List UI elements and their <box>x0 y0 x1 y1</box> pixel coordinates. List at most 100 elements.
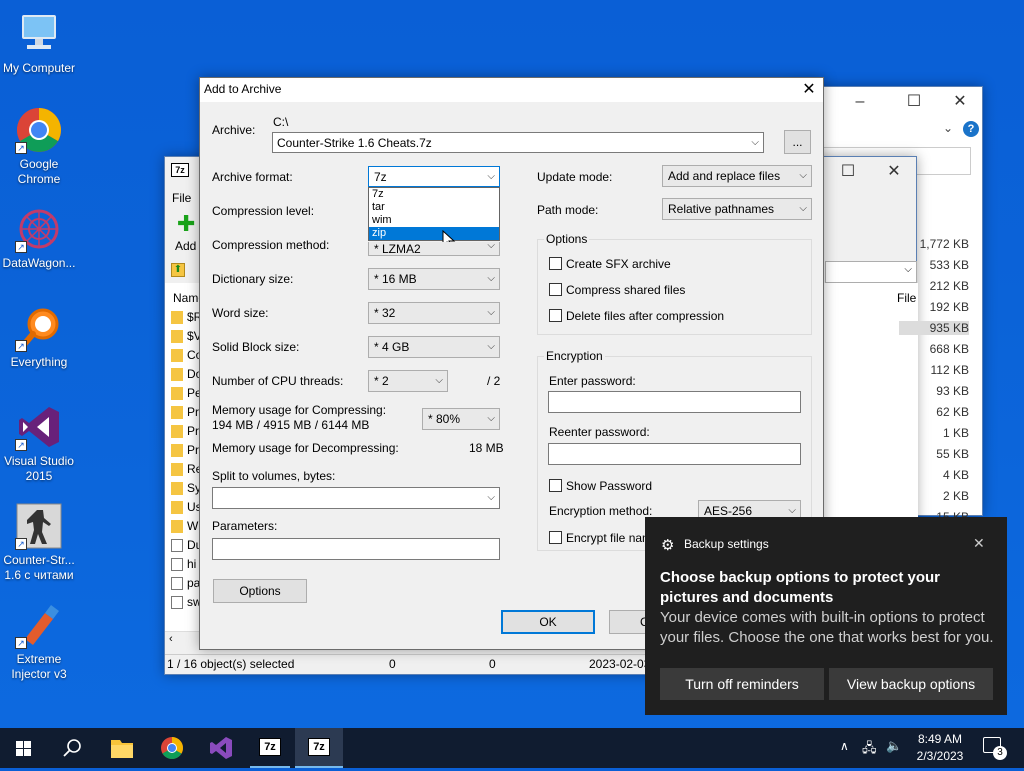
checkbox-box[interactable] <box>549 257 562 270</box>
fm-close-button[interactable]: ✕ <box>871 157 917 187</box>
list-item[interactable]: Re <box>171 461 202 479</box>
minimize-button[interactable]: – <box>837 87 883 117</box>
desktop-icon-datawagon[interactable]: ↗ DataWagon... <box>0 205 78 271</box>
list-item[interactable]: Pr <box>171 442 201 460</box>
format-option-zip[interactable]: zip <box>369 227 499 240</box>
clock-date[interactable]: 2/3/2023 <box>911 749 969 763</box>
enter-password-input[interactable] <box>548 391 801 413</box>
desktop-icon-google-chrome[interactable]: ↗ Google Chrome <box>0 106 78 187</box>
list-item[interactable]: Pr <box>171 423 201 441</box>
split-volumes-combo[interactable]: ⌵ <box>212 487 500 509</box>
compress-shared-checkbox[interactable]: Compress shared files <box>549 283 685 297</box>
help-icon[interactable]: ? <box>963 121 979 137</box>
taskbar-7zip-b[interactable]: 7z <box>295 728 343 768</box>
add-icon[interactable]: ✚ <box>177 213 195 235</box>
view-backup-options-button[interactable]: View backup options <box>829 668 993 700</box>
checkbox-box[interactable] <box>549 531 562 544</box>
desktop-icon-counter-strike[interactable]: ↗ Counter-Str... 1.6 с читами <box>0 502 78 583</box>
dialog-close-button[interactable]: ✕ <box>796 78 822 102</box>
backup-notification-toast[interactable]: ⚙ Backup settings ✕ Choose backup option… <box>645 517 1007 715</box>
taskbar-visual-studio[interactable] <box>197 728 245 768</box>
toast-close-icon[interactable]: ✕ <box>973 535 985 552</box>
path-mode-combo[interactable]: Relative pathnames ⌵ <box>662 198 812 220</box>
reenter-password-input[interactable] <box>548 443 801 465</box>
folder-icon <box>171 406 183 419</box>
volume-icon[interactable]: 🔈 <box>886 738 902 754</box>
ribbon-expand-icon[interactable]: ⌄ <box>943 121 953 135</box>
turn-off-reminders-button[interactable]: Turn off reminders <box>660 668 824 700</box>
archive-format-combo[interactable]: 7z ⌵ <box>368 166 500 187</box>
folder-up-icon[interactable]: ⬆ <box>171 263 185 277</box>
checkbox-box[interactable] <box>549 283 562 296</box>
toolbar-add-label[interactable]: Add <box>175 239 196 253</box>
memory-percent-combo[interactable]: * 80% ⌵ <box>422 408 500 430</box>
desktop-icon-extreme-injector[interactable]: ↗ Extreme Injector v3 <box>0 601 78 682</box>
format-option-tar[interactable]: tar <box>369 201 499 214</box>
scroll-left-icon[interactable]: ‹ <box>169 633 173 645</box>
taskbar-7zip-a[interactable]: 7z <box>246 728 294 768</box>
cpu-threads-combo[interactable]: * 2 ⌵ <box>368 370 448 392</box>
list-item[interactable]: pa <box>171 575 201 593</box>
create-sfx-checkbox[interactable]: Create SFX archive <box>549 257 671 271</box>
list-item[interactable]: $R <box>171 309 202 327</box>
list-item[interactable]: Sy <box>171 480 201 498</box>
show-password-checkbox[interactable]: Show Password <box>549 479 652 493</box>
folder-icon <box>171 520 183 533</box>
list-item[interactable]: Pr <box>171 404 201 422</box>
parameters-input[interactable] <box>212 538 500 560</box>
compression-method-combo[interactable]: * LZMA2 ⌵ <box>368 242 500 256</box>
chevron-down-icon[interactable]: ⌵ <box>799 166 807 186</box>
chevron-down-icon[interactable]: ⌵ <box>435 371 443 391</box>
chevron-down-icon[interactable]: ⌵ <box>487 409 495 429</box>
desktop-icon-my-computer[interactable]: My Computer <box>0 10 78 76</box>
fm-maximize-button[interactable]: ☐ <box>825 157 871 187</box>
chevron-down-icon[interactable]: ⌵ <box>487 337 495 357</box>
list-item[interactable]: hi <box>171 556 201 574</box>
word-size-value: * 32 <box>374 306 396 320</box>
taskbar-file-explorer[interactable] <box>98 728 146 768</box>
menu-file[interactable]: File <box>172 191 191 205</box>
dictionary-size-combo[interactable]: * 16 MB ⌵ <box>368 268 500 290</box>
checkbox-box[interactable] <box>549 309 562 322</box>
maximize-button[interactable]: ☐ <box>891 87 937 117</box>
network-icon[interactable]: 🖧 <box>862 739 877 761</box>
list-item[interactable]: $V <box>171 328 202 346</box>
list-item[interactable]: Do <box>171 366 202 384</box>
start-button[interactable] <box>0 728 48 768</box>
format-option-7z[interactable]: 7z <box>369 188 499 201</box>
archive-name-combo[interactable]: Counter-Strike 1.6 Cheats.7z ⌵ <box>272 132 764 153</box>
browse-button[interactable]: ... <box>784 130 811 154</box>
archive-format-label: Archive format: <box>212 170 293 184</box>
chevron-down-icon[interactable]: ⌵ <box>751 133 759 152</box>
ok-button[interactable]: OK <box>501 610 595 634</box>
chevron-down-icon[interactable]: ⌵ <box>487 303 495 323</box>
chevron-down-icon[interactable]: ⌵ <box>487 242 495 253</box>
format-option-wim[interactable]: wim <box>369 214 499 227</box>
list-item[interactable]: Du <box>171 537 202 555</box>
list-item[interactable]: sw <box>171 594 202 612</box>
taskbar-chrome[interactable] <box>148 728 196 768</box>
options-button[interactable]: Options <box>213 579 307 603</box>
list-item[interactable]: W <box>171 518 201 536</box>
archive-format-dropdown-list[interactable]: 7z tar wim zip <box>368 187 500 241</box>
solid-block-size-combo[interactable]: * 4 GB ⌵ <box>368 336 500 358</box>
desktop-icon-label: Visual Studio 2015 <box>4 454 74 483</box>
list-item[interactable]: Us <box>171 499 202 517</box>
list-item[interactable]: Co <box>171 347 202 365</box>
close-button[interactable]: ✕ <box>937 87 983 117</box>
memory-percent-value: * 80% <box>428 412 461 426</box>
search-button[interactable] <box>48 728 96 768</box>
desktop-icon-everything[interactable]: ↗ Everything <box>0 304 78 370</box>
update-mode-combo[interactable]: Add and replace files ⌵ <box>662 165 812 187</box>
list-item[interactable]: Pe <box>171 385 202 403</box>
word-size-combo[interactable]: * 32 ⌵ <box>368 302 500 324</box>
chevron-down-icon[interactable]: ⌵ <box>487 167 495 186</box>
clock-time[interactable]: 8:49 AM <box>915 732 965 746</box>
chevron-down-icon[interactable]: ⌵ <box>487 269 495 289</box>
chevron-down-icon[interactable]: ⌵ <box>799 199 807 219</box>
chevron-down-icon[interactable]: ⌵ <box>487 488 495 508</box>
delete-after-checkbox[interactable]: Delete files after compression <box>549 309 724 323</box>
checkbox-box[interactable] <box>549 479 562 492</box>
show-hidden-icons-chevron-icon[interactable]: ∧ <box>840 739 849 753</box>
desktop-icon-visual-studio[interactable]: ↗ Visual Studio 2015 <box>0 403 78 484</box>
